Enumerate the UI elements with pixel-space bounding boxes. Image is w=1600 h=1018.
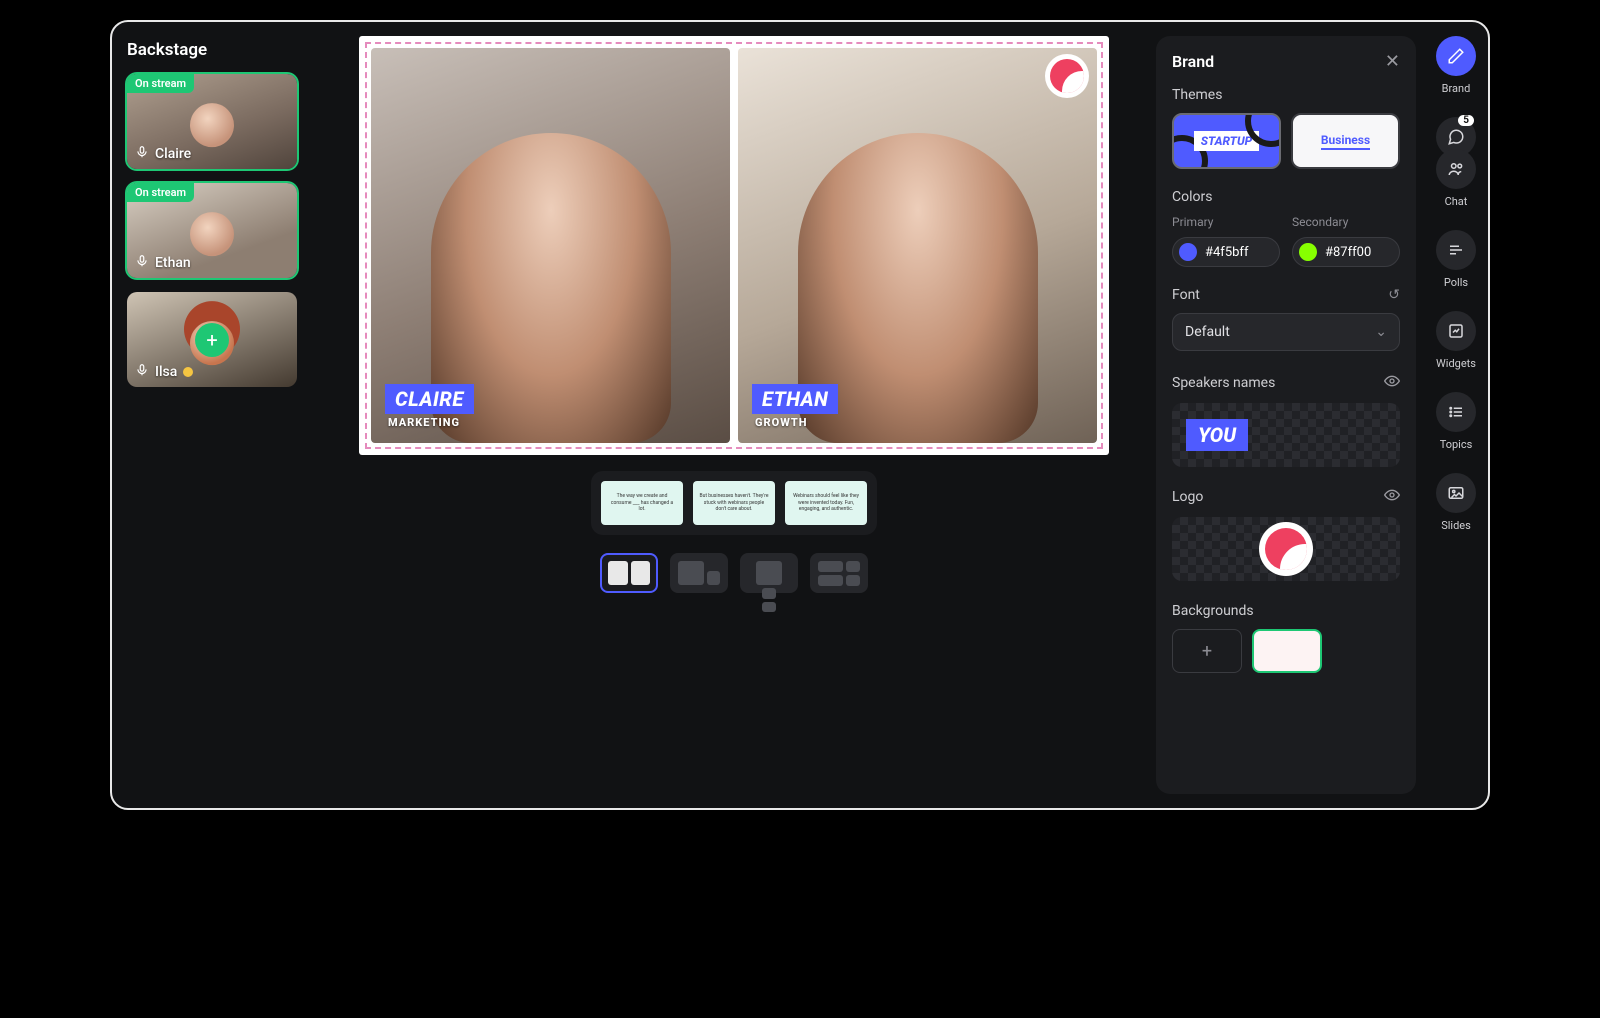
add-to-stream-button[interactable]: + bbox=[195, 323, 229, 357]
primary-color-chip[interactable]: #4f5bff bbox=[1172, 237, 1280, 267]
backstage-tile-claire[interactable]: On stream Claire bbox=[127, 74, 297, 169]
on-stream-badge: On stream bbox=[127, 74, 194, 93]
video-tile-claire[interactable]: CLAIRE MARKETING bbox=[371, 48, 730, 443]
rail-slides[interactable]: Slides bbox=[1436, 473, 1476, 532]
brand-panel: Brand ✕ Themes STARTUP Business Colors P… bbox=[1156, 36, 1416, 794]
slide-thumb[interactable]: The way we create and consume ___ has ch… bbox=[601, 481, 683, 525]
name-tag: CLAIRE MARKETING bbox=[385, 384, 474, 429]
theme-startup[interactable]: STARTUP bbox=[1172, 113, 1281, 169]
font-label: Font bbox=[1172, 287, 1200, 303]
chevron-down-icon: ⌄ bbox=[1375, 324, 1387, 340]
layout-large-small[interactable] bbox=[670, 553, 728, 593]
secondary-label: Secondary bbox=[1292, 215, 1400, 229]
widgets-icon bbox=[1436, 311, 1476, 351]
app-window: Backstage On stream Claire On stream Eth… bbox=[110, 20, 1490, 810]
close-icon[interactable]: ✕ bbox=[1385, 53, 1400, 71]
polls-icon bbox=[1436, 230, 1476, 270]
reset-icon[interactable]: ↺ bbox=[1388, 287, 1400, 303]
name-tag: ETHAN GROWTH bbox=[752, 384, 838, 429]
layout-grid[interactable] bbox=[810, 553, 868, 593]
add-background-button[interactable]: + bbox=[1172, 629, 1242, 673]
backgrounds-label: Backgrounds bbox=[1172, 603, 1400, 619]
rail-polls[interactable]: Polls bbox=[1436, 230, 1476, 289]
slide-thumb[interactable]: But businesses haven't. They're stuck wi… bbox=[693, 481, 775, 525]
themes-label: Themes bbox=[1172, 87, 1400, 103]
on-stream-badge: On stream bbox=[127, 183, 194, 202]
layout-two-equal[interactable] bbox=[600, 553, 658, 593]
video-tile-ethan[interactable]: ETHAN GROWTH bbox=[738, 48, 1097, 443]
speakers-label: Speakers names bbox=[1172, 375, 1275, 391]
color-swatch bbox=[1179, 243, 1197, 261]
pencil-icon bbox=[1436, 36, 1476, 76]
list-icon bbox=[1436, 392, 1476, 432]
participant-name: Ethan bbox=[155, 255, 191, 271]
stage-area: CLAIRE MARKETING ETHAN GROWTH The way we… bbox=[312, 22, 1156, 808]
participant-name: Claire bbox=[155, 146, 191, 162]
primary-label: Primary bbox=[1172, 215, 1280, 229]
theme-business[interactable]: Business bbox=[1291, 113, 1400, 169]
backstage-tile-ethan[interactable]: On stream Ethan bbox=[127, 183, 297, 278]
layout-picker bbox=[600, 553, 868, 593]
mic-icon bbox=[135, 145, 149, 163]
secondary-color-chip[interactable]: #87ff00 bbox=[1292, 237, 1400, 267]
rail-chat[interactable]: 5 Chat bbox=[1436, 117, 1476, 208]
participant-name: Ilsa bbox=[155, 364, 177, 380]
layout-main-two-side[interactable] bbox=[740, 553, 798, 593]
slide-thumbnails: The way we create and consume ___ has ch… bbox=[591, 471, 877, 535]
people-icon bbox=[1436, 149, 1476, 189]
backstage-tile-ilsa[interactable]: + Ilsa bbox=[127, 292, 297, 387]
font-select[interactable]: Default ⌄ bbox=[1172, 313, 1400, 351]
backstage-panel: Backstage On stream Claire On stream Eth… bbox=[112, 22, 312, 808]
slide-thumb[interactable]: Webinars should feel like they were inve… bbox=[785, 481, 867, 525]
mic-icon bbox=[135, 254, 149, 272]
rail-brand[interactable]: Brand bbox=[1436, 36, 1476, 95]
speaker-name-preview[interactable]: YOU bbox=[1172, 403, 1400, 467]
away-status-icon bbox=[183, 367, 193, 377]
image-icon bbox=[1436, 473, 1476, 513]
rail-topics[interactable]: Topics bbox=[1436, 392, 1476, 451]
logo-label: Logo bbox=[1172, 489, 1203, 505]
logo-preview[interactable] bbox=[1172, 517, 1400, 581]
visibility-icon[interactable] bbox=[1384, 373, 1400, 393]
visibility-icon[interactable] bbox=[1384, 487, 1400, 507]
colors-label: Colors bbox=[1172, 189, 1400, 205]
mic-icon bbox=[135, 363, 149, 381]
chat-badge: 5 bbox=[1458, 115, 1474, 126]
backstage-title: Backstage bbox=[127, 40, 297, 60]
background-thumb[interactable] bbox=[1252, 629, 1322, 673]
stage-canvas: CLAIRE MARKETING ETHAN GROWTH bbox=[359, 36, 1109, 455]
stage-logo-overlay bbox=[1045, 54, 1089, 98]
color-swatch bbox=[1299, 243, 1317, 261]
rail-widgets[interactable]: Widgets bbox=[1436, 311, 1476, 370]
brand-panel-title: Brand bbox=[1172, 52, 1214, 71]
right-rail: Brand 5 Chat Polls Widgets bbox=[1424, 22, 1488, 808]
